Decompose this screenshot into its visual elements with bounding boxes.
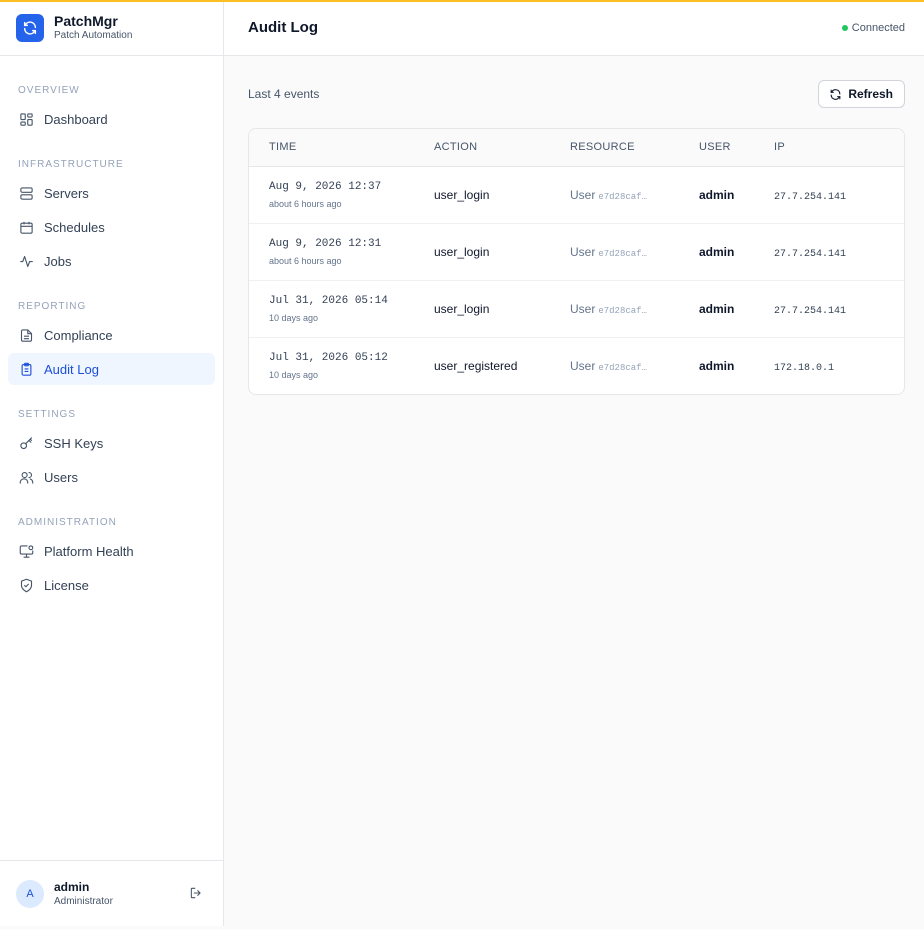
refresh-label: Refresh [848,87,893,101]
monitor-icon [18,543,34,559]
sidebar-item-compliance[interactable]: Compliance [8,319,215,351]
clipboard-icon [18,361,34,377]
sidebar-item-label: Audit Log [44,361,99,377]
avatar[interactable]: A [16,879,44,908]
event-action: user_login [434,301,490,316]
event-time: Jul 31, 2026 05:14 [269,294,388,307]
column-header-user: USER [699,129,774,167]
sidebar-item-label: Servers [44,185,89,201]
section-title-administration: ADMINISTRATION [18,517,117,528]
resource-type: User [570,358,596,373]
table-row[interactable]: Jul 31, 2026 05:12 10 days ago user_regis… [249,337,904,394]
column-header-action: ACTION [434,129,570,167]
connection-status: Connected [841,21,905,34]
event-ip: 27.7.254.141 [774,191,847,203]
section-title-overview: OVERVIEW [18,85,80,96]
main-area: Audit Log Connected Last 4 events Refres… [224,0,924,929]
sidebar-item-servers[interactable]: Servers [8,177,215,209]
event-ip: 172.18.0.1 [774,362,835,374]
column-header-time: TIME [249,129,434,167]
audit-table: TIME ACTION RESOURCE USER IP Aug 9, 2026… [249,129,904,394]
section-title-settings: SETTINGS [18,409,77,420]
document-icon [18,327,34,343]
section-title-reporting: REPORTING [18,301,87,312]
section-title-infrastructure: INFRASTRUCTURE [18,159,124,170]
user-name: admin [54,879,90,894]
resource-type: User [570,301,596,316]
logout-icon[interactable] [189,886,205,902]
table-row[interactable]: Aug 9, 2026 12:31 about 6 hours ago user_… [249,223,904,281]
sidebar-item-label: Dashboard [44,111,108,127]
table-header-row: TIME ACTION RESOURCE USER IP [249,129,904,167]
event-count: Last 4 events [248,87,320,101]
event-relative-time: 10 days ago [269,369,319,380]
event-time: Aug 9, 2026 12:31 [269,237,382,250]
audit-table-card: TIME ACTION RESOURCE USER IP Aug 9, 2026… [248,128,905,395]
brand-subtitle: Patch Automation [54,30,133,41]
sidebar-item-users[interactable]: Users [8,461,215,493]
table-row[interactable]: Aug 9, 2026 12:37 about 6 hours ago user_… [249,166,904,224]
sidebar-item-label: Schedules [44,219,105,235]
status-dot-icon [841,24,848,31]
users-icon [18,469,34,485]
sidebar-item-label: SSH Keys [44,435,104,451]
content: Last 4 events Refresh TIME ACTION RESOUR… [224,56,924,395]
column-header-resource: RESOURCE [570,129,699,167]
event-relative-time: 10 days ago [269,312,319,323]
table-row[interactable]: Jul 31, 2026 05:14 10 days ago user_login… [249,280,904,338]
sidebar-item-label: Compliance [44,327,113,343]
sidebar: PatchMgr Patch Automation OVERVIEW Dashb… [0,0,224,926]
sidebar-item-label: Users [44,469,78,485]
event-relative-time: about 6 hours ago [269,198,342,209]
sidebar-item-label: Jobs [44,253,72,269]
event-time: Jul 31, 2026 05:12 [269,351,388,364]
sidebar-item-ssh-keys[interactable]: SSH Keys [8,427,215,459]
refresh-button[interactable]: Refresh [818,80,905,108]
resource-id: e7d28caf… [598,248,647,259]
page-header: Audit Log Connected [224,0,924,56]
resource-id: e7d28caf… [598,305,647,316]
sidebar-item-schedules[interactable]: Schedules [8,211,215,243]
resource-type: User [570,187,596,202]
event-ip: 27.7.254.141 [774,248,847,260]
sidebar-nav: OVERVIEW Dashboard INFRASTRUCTURE Server… [0,85,223,601]
server-icon [18,185,34,201]
resource-id: e7d28caf… [598,191,647,202]
sidebar-item-label: License [44,577,89,593]
page-title: Audit Log [248,19,318,36]
sidebar-item-audit-log[interactable]: Audit Log [8,353,215,385]
activity-icon [18,253,34,269]
event-user: admin [699,301,735,316]
event-action: user_login [434,187,490,202]
status-text: Connected [851,21,905,34]
event-relative-time: about 6 hours ago [269,255,342,266]
dashboard-icon [18,111,34,127]
event-action: user_login [434,244,490,259]
sidebar-item-jobs[interactable]: Jobs [8,245,215,277]
event-action: user_registered [434,358,518,373]
refresh-icon [830,88,841,100]
shield-check-icon [18,577,34,593]
key-icon [18,435,34,451]
user-footer: A admin Administrator [0,860,223,926]
patch-sync-icon [16,13,44,42]
event-user: admin [699,358,735,373]
toolbar: Last 4 events Refresh [248,80,905,108]
sidebar-item-license[interactable]: License [8,569,215,601]
event-time: Aug 9, 2026 12:37 [269,180,382,193]
sidebar-item-dashboard[interactable]: Dashboard [8,103,215,135]
sidebar-item-platform-health[interactable]: Platform Health [8,535,215,567]
sidebar-item-label: Platform Health [44,543,134,559]
calendar-icon [18,219,34,235]
resource-id: e7d28caf… [598,362,647,373]
event-ip: 27.7.254.141 [774,305,847,317]
event-user: admin [699,244,735,259]
brand[interactable]: PatchMgr Patch Automation [0,0,223,56]
resource-type: User [570,244,596,259]
event-user: admin [699,187,735,202]
column-header-ip: IP [774,129,904,167]
top-accent-bar [0,0,924,2]
user-role: Administrator [54,895,113,907]
brand-name: PatchMgr [54,13,118,29]
